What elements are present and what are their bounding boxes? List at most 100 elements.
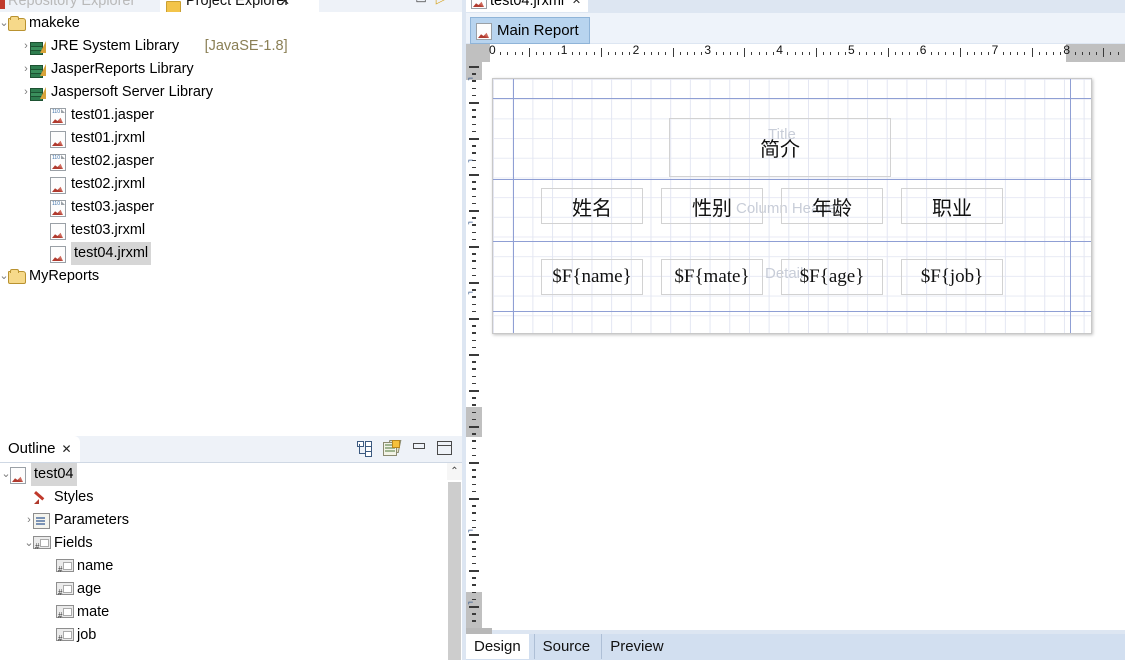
header-age-field[interactable]: 年龄 <box>781 188 883 224</box>
ruler-tick <box>729 52 731 55</box>
ruler-label: 5 <box>848 44 855 57</box>
ruler-tick <box>472 433 476 435</box>
tab-test04-jrxml-label: test04.jrxml <box>490 0 565 9</box>
ruler-tick <box>472 541 476 543</box>
ruler-tick <box>715 52 717 55</box>
tree-item-test01-jrxml[interactable]: test01.jrxml <box>0 127 462 150</box>
ruler-tick <box>469 354 479 356</box>
ruler-tick <box>472 375 476 378</box>
maximize-icon[interactable] <box>437 440 452 455</box>
detail-mate-field[interactable]: $F{mate} <box>661 259 763 295</box>
ruler-tick <box>472 512 476 514</box>
band-handle-icon[interactable]: ⌐ <box>468 525 479 535</box>
close-icon[interactable]: ✕ <box>62 442 72 456</box>
outline-item-job[interactable]: job <box>0 624 462 650</box>
ruler-tick <box>472 274 476 277</box>
outline-item-fields[interactable]: ⌄Fields <box>0 532 462 558</box>
outline-item-label: Parameters <box>54 512 129 528</box>
band-handle-icon[interactable]: ⌐ <box>468 73 479 83</box>
tab-preview[interactable]: Preview <box>601 634 672 659</box>
outline-item-parameters[interactable]: › Parameters <box>0 509 462 532</box>
scrollbar-thumb[interactable] <box>448 482 461 660</box>
ruler-tick <box>469 102 479 104</box>
scroll-up-icon[interactable]: ⌃ <box>447 463 462 480</box>
header-job-field[interactable]: 职业 <box>901 188 1003 224</box>
eclipse-jaspersoft-studio-window: Repository Explorer Project Explorer ✕ ▭… <box>0 0 1125 660</box>
tree-item-test02-jrxml[interactable]: test02.jrxml <box>0 173 462 196</box>
outline-scrollbar[interactable]: ⌃ <box>447 463 462 660</box>
tab-repository-explorer[interactable]: Repository Explorer <box>8 0 135 12</box>
tree-item-test01-jasper[interactable]: 110 test01.jasper <box>0 104 462 127</box>
jrxml-file-icon <box>50 177 66 194</box>
editor-bottom-tabs[interactable]: Design Source Preview <box>466 628 1125 660</box>
tab-outline[interactable]: Outline ✕ <box>0 436 80 462</box>
ruler-tick <box>902 52 904 55</box>
band-handle-icon[interactable]: ⌐ <box>468 217 479 227</box>
ruler-tick <box>938 52 940 55</box>
detail-job-field[interactable]: $F{job} <box>901 259 1003 295</box>
tree-item-test04-jrxml[interactable]: test04.jrxml <box>0 242 462 265</box>
ruler-tick <box>472 368 476 370</box>
ruler-tick <box>1117 52 1119 55</box>
tree-item-jre-system-library[interactable]: › JRE System Library [JavaSE-1.8] <box>0 35 462 58</box>
outline-tree[interactable]: ⌄test04 Styles ›Parameters⌄Fieldsname age ma… <box>0 463 462 660</box>
collapse-tree-icon[interactable] <box>357 440 372 457</box>
tree-item-label: test01.jrxml <box>71 130 146 146</box>
ruler-tick <box>593 52 595 55</box>
ruler-tick <box>507 52 509 55</box>
band-handle-icon[interactable]: ⌐ <box>468 287 479 297</box>
tab-main-report[interactable]: Main Report <box>470 17 590 44</box>
close-icon[interactable]: ✕ <box>280 0 290 12</box>
minimize-icon[interactable]: ▭ <box>415 0 435 6</box>
tree-item-test03-jasper[interactable]: 110 test03.jasper <box>0 196 462 219</box>
tab-source[interactable]: Source <box>533 634 599 659</box>
tree-item-test02-jasper[interactable]: 110 test02.jasper <box>0 150 462 173</box>
detail-age-field[interactable]: $F{age} <box>781 259 883 295</box>
ruler-tick <box>472 361 476 363</box>
run-icon[interactable]: ▷ <box>436 0 454 6</box>
new-element-icon[interactable] <box>383 440 402 456</box>
ruler-tick <box>469 318 479 320</box>
ruler-tick <box>1017 52 1019 55</box>
ruler-tick <box>823 52 825 55</box>
ruler-tick <box>873 52 875 55</box>
detail-name-field[interactable]: $F{name} <box>541 259 643 295</box>
tab-test04-jrxml[interactable]: test04.jrxml ✕ <box>466 0 589 12</box>
report-design-canvas[interactable]: Title Column Header Detail 简介 姓名 性别 年龄 职… <box>482 62 1125 630</box>
tab-project-explorer[interactable]: Project Explorer <box>160 0 320 12</box>
ruler-tick <box>469 426 479 428</box>
tree-item-jaspersoft-server-library[interactable]: › Jaspersoft Server Library <box>0 81 462 104</box>
tree-item-test03-jrxml[interactable]: test03.jrxml <box>0 219 462 242</box>
band-handle-icon[interactable]: ⌐ <box>468 155 479 165</box>
tab-design[interactable]: Design <box>466 634 529 659</box>
ruler-tick <box>472 591 476 594</box>
ruler-label: 6 <box>919 44 927 57</box>
ruler-tick <box>472 577 476 579</box>
outline-item-name[interactable]: name <box>0 555 462 581</box>
ruler-tick <box>615 52 617 55</box>
ruler-tick <box>701 52 703 55</box>
ruler-tick <box>472 231 476 234</box>
vertical-ruler[interactable]: ⌐ ⌐ ⌐ ⌐ ⌐ ⌐ <box>466 62 482 630</box>
ruler-tick <box>472 339 476 342</box>
close-icon[interactable]: ✕ <box>572 0 581 12</box>
band-handle-icon[interactable]: ⌐ <box>468 597 479 607</box>
outline-item-test04[interactable]: ⌄ test04 <box>0 463 462 486</box>
ruler-tick <box>794 52 796 55</box>
tree-item-myreports[interactable]: ⌄ MyReports <box>0 265 462 288</box>
outline-item-styles[interactable]: Styles <box>0 486 462 509</box>
report-page[interactable]: Title Column Header Detail 简介 姓名 性别 年龄 职… <box>492 78 1092 334</box>
outline-item-mate[interactable]: mate <box>0 601 462 627</box>
jasper-file-icon: 110 <box>50 154 66 171</box>
ruler-label: 3 <box>704 44 712 57</box>
tree-item-makeke[interactable]: ⌄ makeke <box>0 12 462 35</box>
tree-item-jasperreports-library[interactable]: › JasperReports Library <box>0 58 462 81</box>
project-explorer-tree[interactable]: ⌄ makeke › JRE System Library [JavaSE-1.8] › J… <box>0 12 462 432</box>
header-mate-field[interactable]: 性别 <box>661 188 763 224</box>
horizontal-ruler[interactable]: 0 1 2 3 4 5 6 7 8 <box>466 44 1125 62</box>
ruler-tick <box>472 548 476 550</box>
minimize-icon[interactable] <box>412 442 425 453</box>
title-text-field[interactable]: 简介 <box>669 118 891 177</box>
header-name-field[interactable]: 姓名 <box>541 188 643 224</box>
outline-item-age[interactable]: age <box>0 578 462 604</box>
